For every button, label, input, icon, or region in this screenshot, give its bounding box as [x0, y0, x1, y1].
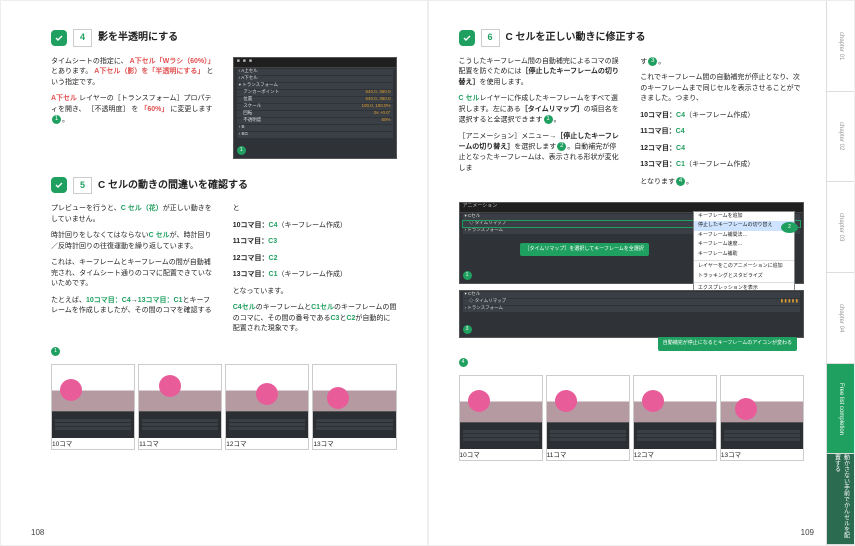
ae-timeline-hold: ▾ Cセル ◇ タイムリマップ▮ ▮ ▮ ▮ ▮ › トランスフォーム 自動補完… [459, 290, 805, 338]
koma-11: 11コマ [138, 364, 222, 451]
ae-timeline-select-all: アニメーション ▾ Cセル ◇ タイムリマップ › トランスフォーム ［タイムリ… [459, 202, 805, 284]
page-109: 6 C セルを正しい動きに修正する こうしたキーフレーム間の自動補完によるコマの… [428, 0, 855, 546]
step-title: C セルの動きの間違いを確認する [98, 178, 248, 193]
koma-12: 12コマ [225, 364, 309, 451]
screenshot-badge-1: 1 [237, 146, 246, 155]
step-icon [51, 177, 67, 193]
step-title: C セルを正しい動きに修正する [506, 30, 646, 45]
koma-10: 10コマ [51, 364, 135, 451]
step-5-body: プレビューを行うと、C セル（花）が正しい動きをしていません。 時計回りをしなく… [51, 204, 397, 341]
tab-completion[interactable]: Free list completion [826, 364, 854, 455]
ref-badge-4: 4 [676, 177, 685, 186]
tab-ch1[interactable]: chapter 01 [826, 1, 854, 92]
page-108: 4 影を半透明にする タイムシートの指定に、 A下セル「Wラシ（60%）」 とあ… [0, 0, 428, 546]
step-6-header: 6 C セルを正しい動きに修正する [459, 29, 805, 47]
screenshot-badge-3: 3 [463, 325, 472, 334]
tab-ch2[interactable]: chapter 02 [826, 92, 854, 183]
step-icon [51, 30, 67, 46]
screenshot-badge-2: 2 [781, 222, 798, 233]
step-number: 6 [481, 29, 500, 47]
callout-select-all: ［タイムリマップ］を選択してキーフレームを全選択 [520, 243, 649, 257]
koma-11: 11コマ [546, 375, 630, 462]
koma-strip-right: 10コマ 11コマ 12コマ 13コマ [459, 375, 805, 462]
chapter-tabs: chapter 01 chapter 02 chapter 03 chapter… [826, 1, 854, 545]
screenshot-badge-1: 1 [463, 271, 472, 280]
step-4-body: タイムシートの指定に、 A下セル「Wラシ（60%）」 とあります。 A下セル（影… [51, 57, 397, 159]
ref-badge-1: 1 [544, 115, 553, 124]
koma-13: 13コマ [720, 375, 804, 462]
ref-badge-2: 2 [557, 142, 566, 151]
step-4-header: 4 影を半透明にする [51, 29, 397, 47]
step-icon [459, 30, 475, 46]
strip-badge-4: 4 [459, 358, 468, 367]
tab-current-section[interactable]: 動かさない手前でかんセルを配置する [826, 454, 854, 545]
step-6-body: こうしたキーフレーム間の自動補完によるコマの誤配置を防ぐためには［停止したキーフ… [459, 57, 805, 194]
page-number: 108 [31, 527, 44, 539]
step-number: 4 [73, 29, 92, 47]
koma-12: 12コマ [633, 375, 717, 462]
step-number: 5 [73, 177, 92, 195]
koma-10: 10コマ [459, 375, 543, 462]
ref-badge-3: 3 [648, 57, 657, 66]
ae-properties-panel: ■■■ › A上セル › A下セル ▾ トランスフォーム アンカーポイント640… [233, 57, 397, 159]
koma-13: 13コマ [312, 364, 396, 451]
tab-ch4[interactable]: chapter 04 [826, 273, 854, 364]
step-title: 影を半透明にする [98, 30, 178, 45]
callout-icon-change: 自動補完が停止になるとキーフレームのアイコンが変わる [658, 337, 797, 351]
step-5-header: 5 C セルの動きの間違いを確認する [51, 177, 397, 195]
tab-ch3[interactable]: chapter 03 [826, 182, 854, 273]
koma-strip-left: 10コマ 11コマ 12コマ 13コマ [51, 364, 397, 451]
page-number: 109 [801, 527, 814, 539]
ref-badge-1: 1 [52, 115, 61, 124]
strip-badge-1: 1 [51, 347, 60, 356]
